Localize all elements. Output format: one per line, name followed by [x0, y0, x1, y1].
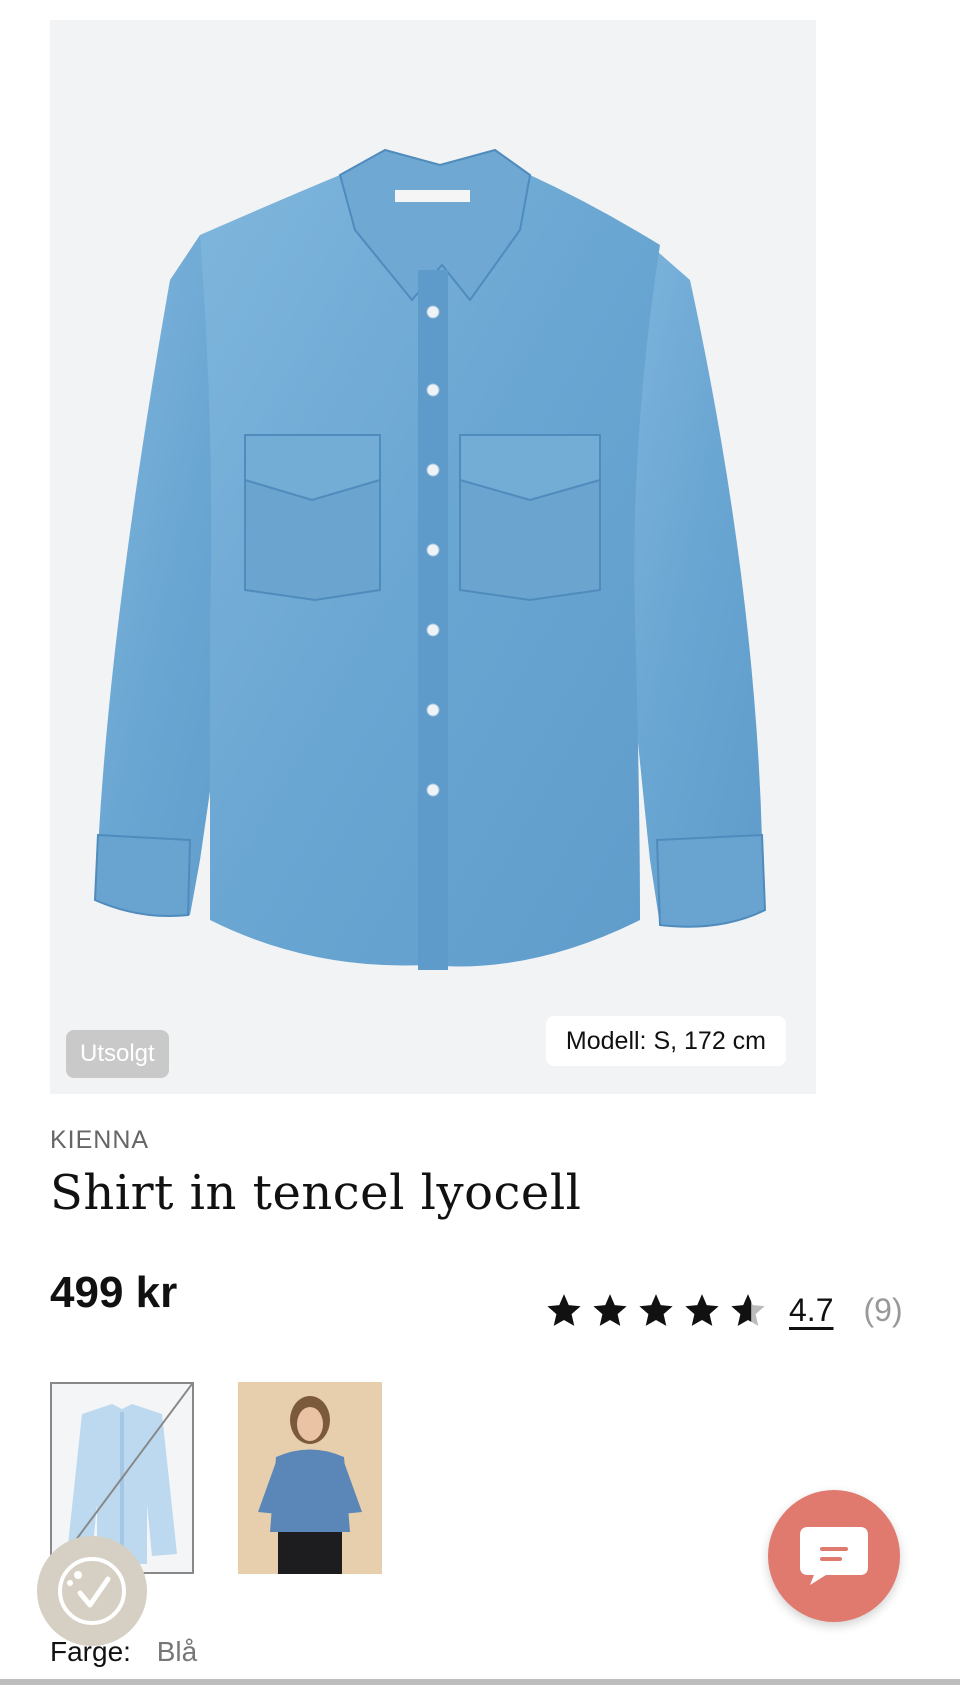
rating-count: (9) [863, 1291, 903, 1328]
model-info-label: Modell: S, 172 cm [545, 1016, 786, 1066]
chat-icon [800, 1527, 868, 1585]
rating-stars [545, 1291, 767, 1329]
star-half-icon [731, 1294, 765, 1326]
star-icon [593, 1294, 627, 1326]
color-label: Farge: [50, 1636, 131, 1667]
color-value: Blå [156, 1636, 198, 1667]
star-icon [639, 1294, 673, 1326]
shirt-image [93, 148, 767, 970]
bottom-divider [0, 1679, 960, 1685]
color-swatch-blue[interactable] [238, 1382, 382, 1574]
eco-badge-icon[interactable] [37, 1536, 147, 1646]
brand-name[interactable]: KIENNA [50, 1126, 149, 1155]
star-icon [685, 1294, 719, 1326]
selected-color: Farge: Blå [50, 1636, 197, 1668]
rating-summary[interactable]: 4.7 (9) [545, 1285, 903, 1335]
product-title: Shirt in tencel lyocell [50, 1165, 582, 1221]
soldout-badge: Utsolgt [66, 1030, 169, 1078]
product-price: 499 kr [50, 1268, 178, 1317]
model-thumbnail [258, 1396, 362, 1574]
rating-value[interactable]: 4.7 [789, 1292, 833, 1329]
leaf-check-icon [58, 1557, 126, 1625]
chat-button[interactable] [768, 1490, 900, 1622]
star-icon [547, 1294, 581, 1326]
product-image[interactable]: Utsolgt Modell: S, 172 cm [50, 20, 816, 1094]
